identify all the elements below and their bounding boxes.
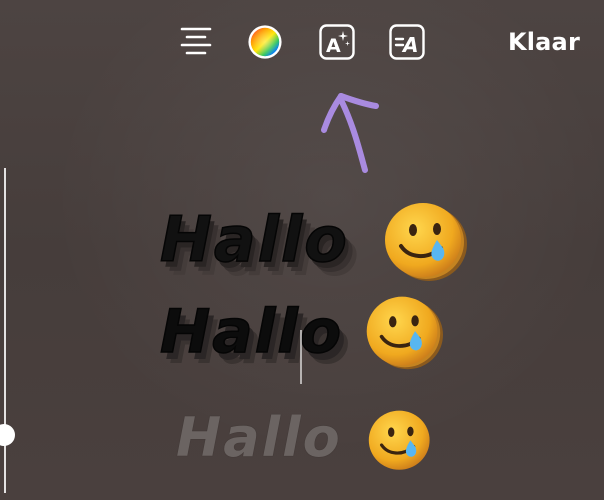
text-style-icon: A bbox=[389, 24, 425, 60]
text-style-button[interactable]: A bbox=[389, 24, 425, 60]
text-line-1[interactable]: Hallo bbox=[159, 196, 469, 284]
smiling-face-with-tear-icon bbox=[384, 203, 467, 281]
text-align-lines-icon bbox=[180, 27, 212, 55]
annotation-arrow-icon bbox=[321, 93, 379, 173]
text-line-2[interactable]: Hallo bbox=[159, 292, 445, 372]
done-button[interactable]: Klaar bbox=[508, 26, 580, 58]
text-color-button[interactable] bbox=[247, 24, 283, 60]
smiling-face-with-tear-icon bbox=[366, 296, 444, 370]
text-line-3-word: Hallo bbox=[176, 406, 342, 469]
text-line-1-word: Hallo bbox=[159, 203, 349, 276]
text-align-button[interactable] bbox=[178, 24, 214, 60]
text-line-3[interactable]: Hallo bbox=[176, 400, 436, 476]
text-editor-toolbar: A A Klaar bbox=[0, 0, 604, 86]
text-cursor bbox=[300, 330, 302, 384]
svg-text:A: A bbox=[326, 35, 341, 57]
color-wheel-icon bbox=[248, 25, 282, 59]
text-effects-button[interactable]: A bbox=[319, 24, 355, 60]
smiling-face-with-tear-icon bbox=[368, 410, 430, 470]
slider-thumb[interactable] bbox=[0, 424, 15, 446]
text-size-slider[interactable] bbox=[0, 160, 40, 500]
svg-text:A: A bbox=[401, 33, 418, 57]
text-effects-sparkle-icon: A bbox=[319, 24, 355, 60]
text-line-2-word: Hallo bbox=[159, 297, 344, 367]
